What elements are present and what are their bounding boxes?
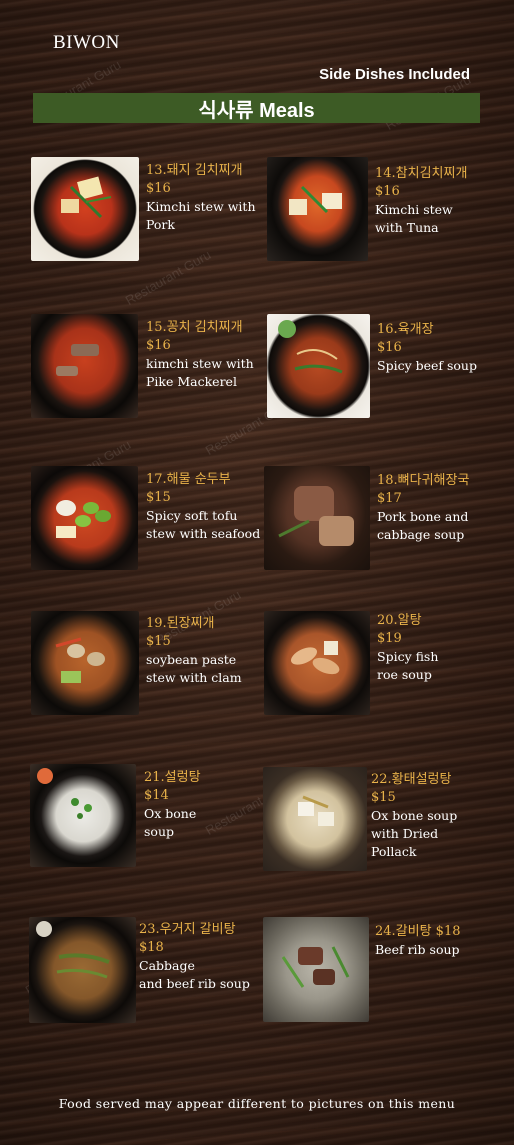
- footer-disclaimer: Food served may appear different to pict…: [58, 1096, 456, 1111]
- item-name: 13.돼지 김치찌개: [146, 163, 243, 178]
- brand-name: BIWON: [53, 32, 120, 53]
- dish-photo-19: [31, 611, 139, 715]
- dish-photo-14: [267, 157, 368, 261]
- item-description: Kimchi stew with Tuna: [375, 202, 453, 235]
- dish-photo-13: [31, 157, 139, 261]
- menu-item-19: 19.된장찌개 $15 soybean paste stew with clam: [146, 615, 242, 687]
- item-price: $15: [146, 634, 171, 649]
- item-name: 18.뼈다귀해장국: [377, 473, 470, 488]
- item-name: 20.알탕: [377, 613, 422, 628]
- item-description: Cabbage and beef rib soup: [139, 958, 250, 991]
- side-dishes-note: Side Dishes Included: [319, 66, 470, 83]
- item-name: 22.황태설렁탕: [371, 772, 452, 787]
- item-name: 17.해물 순두부: [146, 472, 231, 487]
- dish-photo-24: [263, 917, 369, 1022]
- dish-photo-15: [31, 314, 138, 418]
- item-name: 24.갈비탕 $18: [375, 924, 461, 939]
- menu-item-16: 16.육개장 $16 Spicy beef soup: [377, 321, 477, 375]
- item-description: Pork bone and cabbage soup: [377, 509, 469, 542]
- menu-item-14: 14.참치김치찌개 $16 Kimchi stew with Tuna: [375, 165, 467, 237]
- item-description: Ox bone soup with Dried Pollack: [371, 808, 458, 859]
- item-description: Kimchi stew with Pork: [146, 199, 256, 232]
- menu-item-20: 20.알탕 $19 Spicy fish roe soup: [377, 612, 438, 684]
- menu-item-22: 22.황태설렁탕 $15 Ox bone soup with Dried Pol…: [371, 771, 457, 861]
- item-description: kimchi stew with Pike Mackerel: [146, 356, 254, 389]
- item-description: Spicy soft tofu stew with seafood: [146, 508, 261, 541]
- menu-item-15: 15.꽁치 김치찌개 $16 kimchi stew with Pike Mac…: [146, 319, 254, 391]
- item-description: Spicy fish roe soup: [377, 649, 439, 682]
- item-name: 15.꽁치 김치찌개: [146, 320, 243, 335]
- item-price: $18: [139, 940, 164, 955]
- dish-photo-22: [263, 767, 367, 871]
- item-price: $19: [377, 631, 402, 646]
- item-name: 21.설렁탕: [144, 770, 201, 785]
- section-title: 식사류 Meals: [33, 93, 480, 123]
- item-name: 14.참치김치찌개: [375, 166, 468, 181]
- dish-photo-21: [30, 764, 136, 867]
- dish-photo-23: [29, 917, 136, 1023]
- item-description: Beef rib soup: [375, 942, 460, 957]
- item-price: $16: [375, 184, 400, 199]
- item-description: soybean paste stew with clam: [146, 652, 242, 685]
- item-price: $16: [377, 340, 402, 355]
- item-price: $16: [146, 338, 171, 353]
- dish-photo-20: [264, 611, 370, 715]
- item-name: 23.우거지 갈비탕: [139, 922, 236, 937]
- item-name: 16.육개장: [377, 322, 434, 337]
- menu-item-17: 17.해물 순두부 $15 Spicy soft tofu stew with …: [146, 471, 260, 543]
- item-price: $14: [144, 788, 169, 803]
- item-name: 19.된장찌개: [146, 616, 215, 631]
- item-description: Spicy beef soup: [377, 358, 477, 373]
- menu-item-24: 24.갈비탕 $18 Beef rib soup: [375, 923, 461, 959]
- item-price: $16: [146, 181, 171, 196]
- menu-item-13: 13.돼지 김치찌개 $16 Kimchi stew with Pork: [146, 162, 256, 234]
- item-price: $15: [371, 790, 396, 805]
- dish-photo-17: [31, 466, 138, 570]
- item-price: $15: [146, 490, 171, 505]
- item-description: Ox bone soup: [144, 806, 197, 839]
- dish-photo-18: [264, 466, 370, 570]
- menu-item-23: 23.우거지 갈비탕 $18 Cabbage and beef rib soup: [139, 921, 250, 993]
- menu-item-18: 18.뼈다귀해장국 $17 Pork bone and cabbage soup: [377, 472, 469, 544]
- dish-photo-16: [267, 314, 370, 418]
- menu-item-21: 21.설렁탕 $14 Ox bone soup: [144, 769, 201, 841]
- item-price: $17: [377, 491, 402, 506]
